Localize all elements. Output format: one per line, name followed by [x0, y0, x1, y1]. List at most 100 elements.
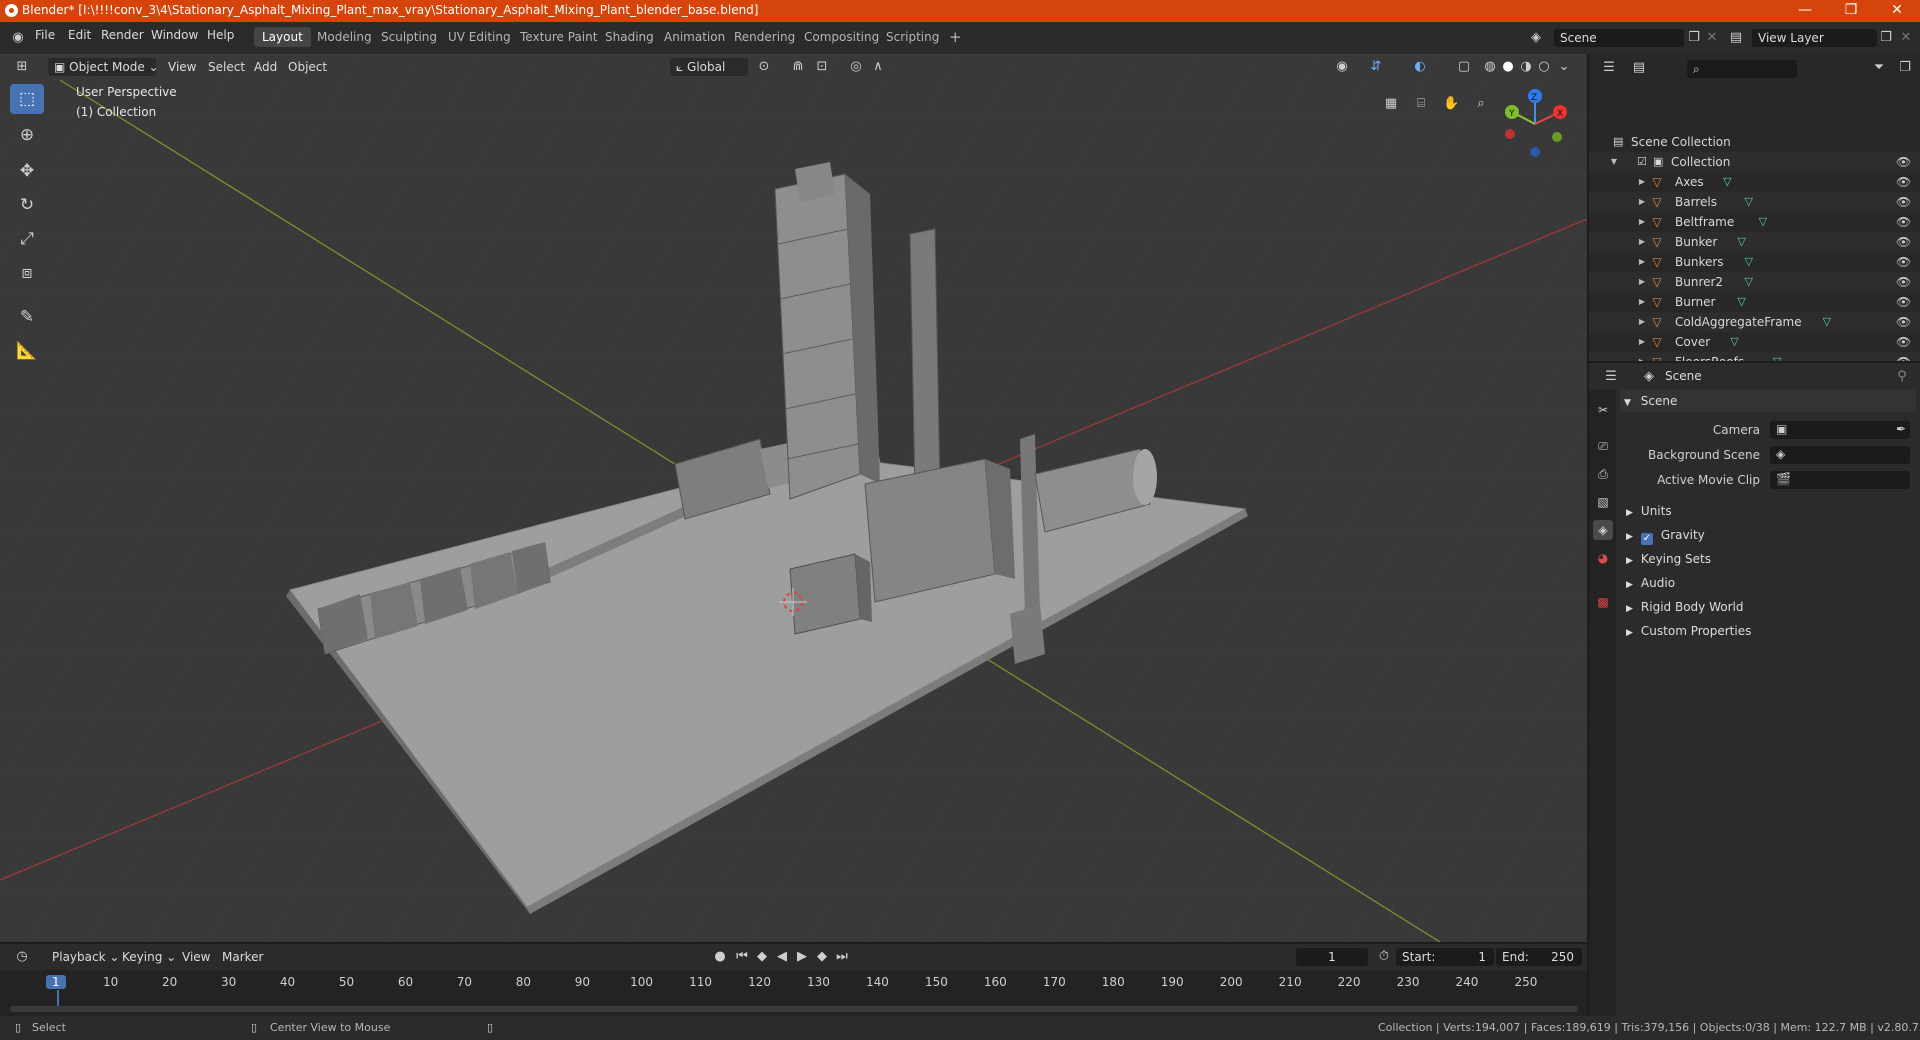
select-box-tool[interactable]: ⬚	[10, 84, 44, 114]
mesh-data-icon[interactable]: ▽	[1736, 236, 1748, 248]
outliner-collection[interactable]: ▼ ☑ ▣ Collection 👁	[1589, 152, 1920, 172]
eye-icon[interactable]: 👁	[1896, 255, 1911, 269]
start-frame-field[interactable]: Start: 1	[1396, 948, 1494, 966]
prev-keyframe-icon[interactable]: ◆	[754, 949, 770, 965]
visibility-selectability-icon[interactable]: ◉	[1334, 59, 1350, 75]
view-layer-tab-icon[interactable]: ▧	[1593, 492, 1613, 512]
tab-sculpting[interactable]: Sculpting	[373, 27, 445, 47]
orientation-gizmo[interactable]: Z X Y	[1495, 84, 1575, 164]
solid-shading-icon[interactable]: ●	[1500, 59, 1516, 75]
record-keyframe-icon[interactable]: ●	[712, 949, 728, 965]
checkbox-icon[interactable]: ☑	[1637, 152, 1647, 172]
shading-options-icon[interactable]: ⌄	[1556, 59, 1572, 75]
outliner-search-input[interactable]: ⌕	[1687, 60, 1797, 78]
tab-animation[interactable]: Animation	[656, 27, 733, 47]
panel-rigid-body-world[interactable]: ▶ Rigid Body World	[1620, 596, 1916, 618]
timeline-editor-icon[interactable]: ◷	[14, 949, 30, 965]
current-frame-field[interactable]: 1	[1296, 948, 1368, 966]
annotate-tool[interactable]: ✎	[10, 302, 44, 332]
blender-menu-icon[interactable]: ◉	[10, 30, 26, 46]
next-keyframe-icon[interactable]: ◆	[814, 949, 830, 965]
outliner-editor-icon[interactable]: ☰	[1601, 60, 1617, 76]
delete-scene-icon[interactable]: ✕	[1704, 30, 1720, 46]
panel-gravity[interactable]: ▶ ✓ Gravity	[1620, 524, 1916, 546]
jump-start-icon[interactable]: ⏮	[734, 949, 750, 965]
mesh-data-icon[interactable]: ▽	[1821, 316, 1833, 328]
expand-toggle-icon[interactable]: ▼	[1609, 152, 1619, 172]
texture-tab-icon[interactable]: ▩	[1593, 592, 1613, 612]
scene-name-field[interactable]: Scene	[1554, 29, 1684, 47]
snap-magnet-icon[interactable]: ⋒	[790, 59, 806, 75]
menu-playback[interactable]: Playback ⌄	[52, 948, 119, 966]
panel-audio[interactable]: ▶ Audio	[1620, 572, 1916, 594]
menu-edit[interactable]: Edit	[68, 28, 91, 42]
menu-timeline-view[interactable]: View	[182, 948, 210, 966]
expand-toggle-icon[interactable]: ▶	[1637, 232, 1647, 252]
camera-field[interactable]: ▣ ✒	[1770, 421, 1910, 439]
cursor-tool[interactable]: ⊕	[10, 120, 44, 150]
gravity-checkbox[interactable]: ✓	[1640, 533, 1653, 545]
new-view-layer-icon[interactable]: ❐	[1878, 30, 1894, 46]
background-scene-field[interactable]: ◈	[1770, 446, 1910, 464]
expand-toggle-icon[interactable]: ▶	[1637, 172, 1647, 192]
3d-viewport[interactable]	[0, 54, 1587, 942]
view-layer-browse-icon[interactable]: ▤	[1728, 30, 1744, 46]
mesh-data-icon[interactable]: ▽	[1743, 256, 1755, 268]
expand-toggle-icon[interactable]: ▶	[1637, 332, 1647, 352]
tab-layout[interactable]: Layout	[254, 27, 311, 47]
filter-icon[interactable]: ⏷	[1871, 60, 1887, 76]
mesh-data-icon[interactable]: ▽	[1736, 296, 1748, 308]
world-tab-icon[interactable]: ◕	[1593, 548, 1613, 568]
eyedropper-icon[interactable]: ✒	[1896, 422, 1906, 436]
scale-tool[interactable]: ⤢	[10, 224, 44, 254]
expand-toggle-icon[interactable]: ▶	[1637, 252, 1647, 272]
menu-select[interactable]: Select	[208, 58, 245, 76]
expand-toggle-icon[interactable]: ▶	[1637, 192, 1647, 212]
camera-view-icon[interactable]: ⌸	[1413, 96, 1429, 112]
expand-toggle-icon[interactable]: ▶	[1637, 312, 1647, 332]
overlays-toggle-icon[interactable]: ◐	[1412, 59, 1428, 75]
panel-custom-properties[interactable]: ▶ Custom Properties	[1620, 620, 1916, 642]
menu-marker[interactable]: Marker	[222, 948, 263, 966]
menu-file[interactable]: File	[35, 28, 55, 42]
outliner-object-burner[interactable]: ▶ ▽ Burner ▽ 👁	[1589, 292, 1920, 312]
expand-toggle-icon[interactable]: ▶	[1637, 272, 1647, 292]
tab-texture-paint[interactable]: Texture Paint	[512, 27, 605, 47]
rotate-tool[interactable]: ↻	[10, 190, 44, 220]
active-movie-clip-field[interactable]: 🎬	[1770, 471, 1910, 489]
wireframe-shading-icon[interactable]: ◍	[1482, 59, 1498, 75]
falloff-curve-icon[interactable]: ∧	[870, 59, 886, 75]
rendered-shading-icon[interactable]: ○	[1536, 59, 1552, 75]
outliner-object-axes[interactable]: ▶ ▽ Axes ▽ 👁	[1589, 172, 1920, 192]
minimize-button[interactable]: —	[1782, 0, 1828, 22]
tab-uv-editing[interactable]: UV Editing	[440, 27, 519, 47]
eye-icon[interactable]: 👁	[1896, 215, 1911, 229]
pivot-point-icon[interactable]: ⊙	[756, 59, 772, 75]
play-reverse-icon[interactable]: ◀	[774, 949, 790, 965]
tab-scripting[interactable]: Scripting	[878, 27, 947, 47]
measure-tool[interactable]: 📐	[10, 336, 44, 366]
pin-icon[interactable]: ⚲	[1894, 369, 1910, 385]
transform-tool[interactable]: ⧈	[10, 258, 44, 288]
editor-type-icon[interactable]: ⊞	[14, 59, 30, 75]
expand-toggle-icon[interactable]: ▶	[1637, 292, 1647, 312]
outliner-object-bunrer2[interactable]: ▶ ▽ Bunrer2 ▽ 👁	[1589, 272, 1920, 292]
scene-tab-icon[interactable]: ◈	[1593, 520, 1613, 540]
mesh-data-icon[interactable]: ▽	[1743, 276, 1755, 288]
tab-shading[interactable]: Shading	[597, 27, 662, 47]
transform-orientation-dropdown[interactable]: ⟀ Global	[670, 58, 748, 76]
outliner-scene-collection[interactable]: ▤ Scene Collection	[1589, 132, 1920, 152]
new-collection-icon[interactable]: ❐	[1897, 60, 1913, 76]
menu-render[interactable]: Render	[101, 28, 144, 42]
output-tab-icon[interactable]: ⎙	[1593, 464, 1613, 484]
eye-icon[interactable]: 👁	[1896, 335, 1911, 349]
render-tab-icon[interactable]: ⎚	[1593, 436, 1613, 456]
delete-view-layer-icon[interactable]: ✕	[1898, 30, 1914, 46]
outliner-object-bunkers[interactable]: ▶ ▽ Bunkers ▽ 👁	[1589, 252, 1920, 272]
pan-hand-icon[interactable]: ✋	[1443, 96, 1459, 112]
eye-icon[interactable]: 👁	[1896, 295, 1911, 309]
current-frame-indicator[interactable]: 1	[46, 975, 66, 989]
panel-scene-header[interactable]: ▼ Scene	[1620, 390, 1916, 412]
maximize-button[interactable]: ❐	[1828, 0, 1874, 22]
menu-object[interactable]: Object	[288, 58, 327, 76]
